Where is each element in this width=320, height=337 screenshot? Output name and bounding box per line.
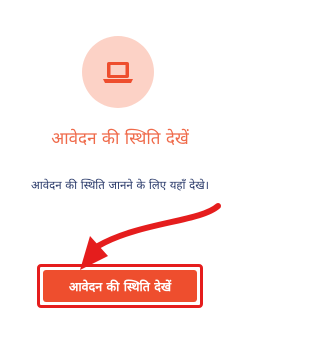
- status-check-card: आवेदन की स्थिति देखें आवेदन की स्थिति जा…: [0, 0, 240, 337]
- check-status-button[interactable]: आवेदन की स्थिति देखें: [43, 270, 197, 302]
